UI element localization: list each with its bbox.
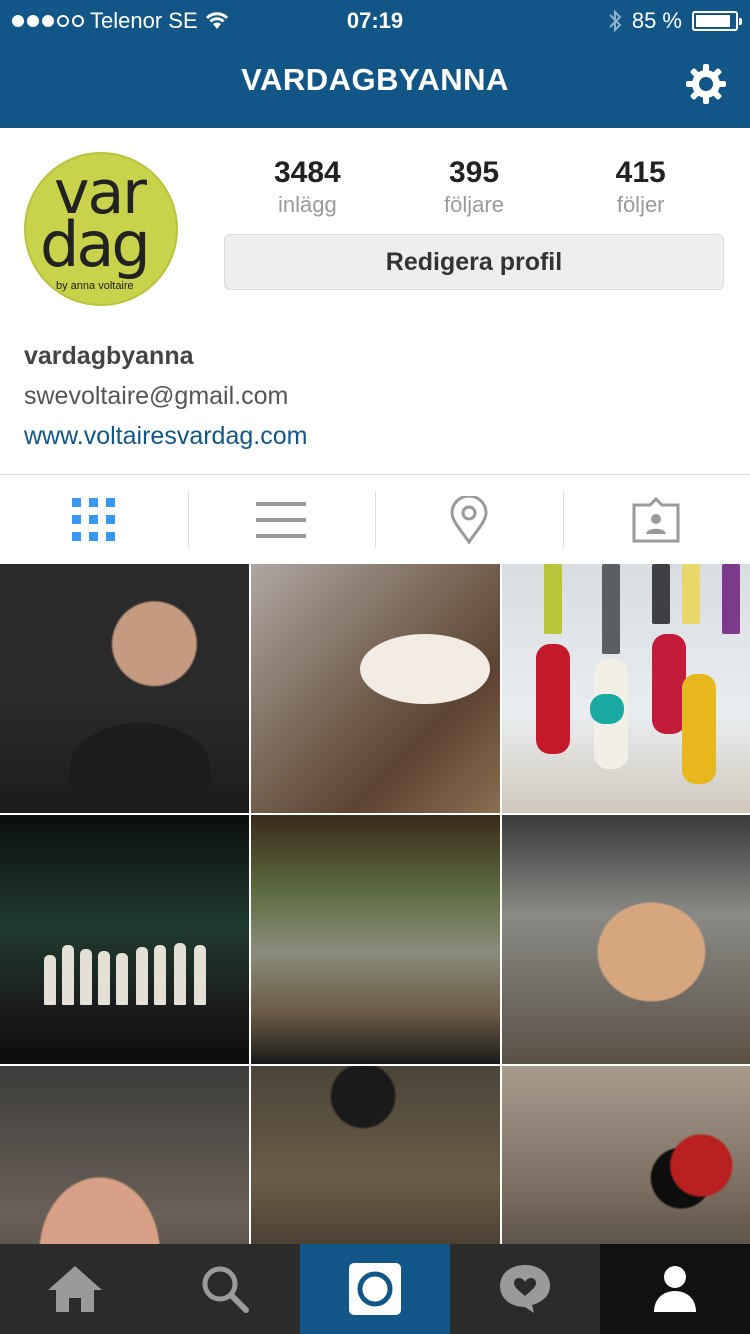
profile-stats: 3484 inlägg 395 följare 415 följer [224,156,724,226]
tab-grid-view[interactable] [0,475,188,564]
photo-tile[interactable] [251,815,500,1064]
nav-camera[interactable] [300,1244,450,1334]
photo-tile[interactable] [0,815,249,1064]
grid-icon [71,497,115,541]
avatar[interactable]: var dag by anna voltaire [24,152,178,306]
tagged-photos-icon [632,496,680,542]
photo-tile[interactable] [0,564,249,813]
top-bar: Telenor SE 07:19 85 % VARDAGBYANNA [0,0,750,128]
list-icon [256,501,307,538]
activity-heart-icon [500,1265,550,1313]
nav-profile[interactable] [600,1244,750,1334]
camera-icon [349,1263,401,1315]
bottom-nav [0,1244,750,1334]
stat-value: 3484 [273,156,341,189]
stat-posts[interactable]: 3484 inlägg [224,156,391,226]
stat-label: följare [444,192,504,217]
photo-tile[interactable] [251,1066,500,1244]
search-icon [202,1266,249,1313]
stat-label: följer [616,192,665,217]
battery-percent: 85 % [631,8,682,33]
edit-profile-button[interactable]: Redigera profil [224,234,724,290]
avatar-logo-line3: by anna voltaire [56,280,134,292]
profile-view-tabs [0,474,750,564]
nav-activity[interactable] [450,1244,600,1334]
profile-username: vardagbyanna [24,342,194,370]
profile-email: swevoltaire@gmail.com [24,382,289,410]
status-bar: Telenor SE 07:19 85 % [0,0,750,40]
nav-search[interactable] [150,1244,300,1334]
profile-header: var dag by anna voltaire 3484 inlägg 395… [0,128,750,474]
photo-grid [0,564,750,1244]
avatar-logo-line2: dag [40,208,151,281]
page-title: VARDAGBYANNA [241,62,509,97]
location-pin-icon [450,495,488,544]
gear-icon[interactable] [684,62,728,106]
stage-performers [40,915,210,1005]
profile-bio: vardagbyanna swevoltaire@gmail.com www.v… [24,336,724,456]
stat-value: 395 [448,156,500,189]
profile-website-link[interactable]: www.voltairesvardag.com [24,416,724,456]
photo-tile[interactable] [502,564,750,813]
tab-tagged-photos[interactable] [562,475,750,564]
status-right: 85 % [608,8,742,34]
photo-tile[interactable] [502,815,750,1064]
stat-value: 415 [615,156,666,189]
tab-list-view[interactable] [187,475,376,564]
stat-label: inlägg [277,192,337,217]
bluetooth-icon [609,9,622,33]
stat-following[interactable]: 415 följer [557,156,724,226]
tab-location[interactable] [375,475,563,564]
photo-tile[interactable] [251,564,500,813]
photo-tile[interactable] [502,1066,750,1244]
nav-home[interactable] [0,1244,150,1334]
photo-tile[interactable] [0,1066,249,1244]
stat-followers[interactable]: 395 följare [391,156,558,226]
profile-icon [654,1266,696,1312]
home-icon [48,1266,102,1312]
battery-icon [692,11,742,31]
